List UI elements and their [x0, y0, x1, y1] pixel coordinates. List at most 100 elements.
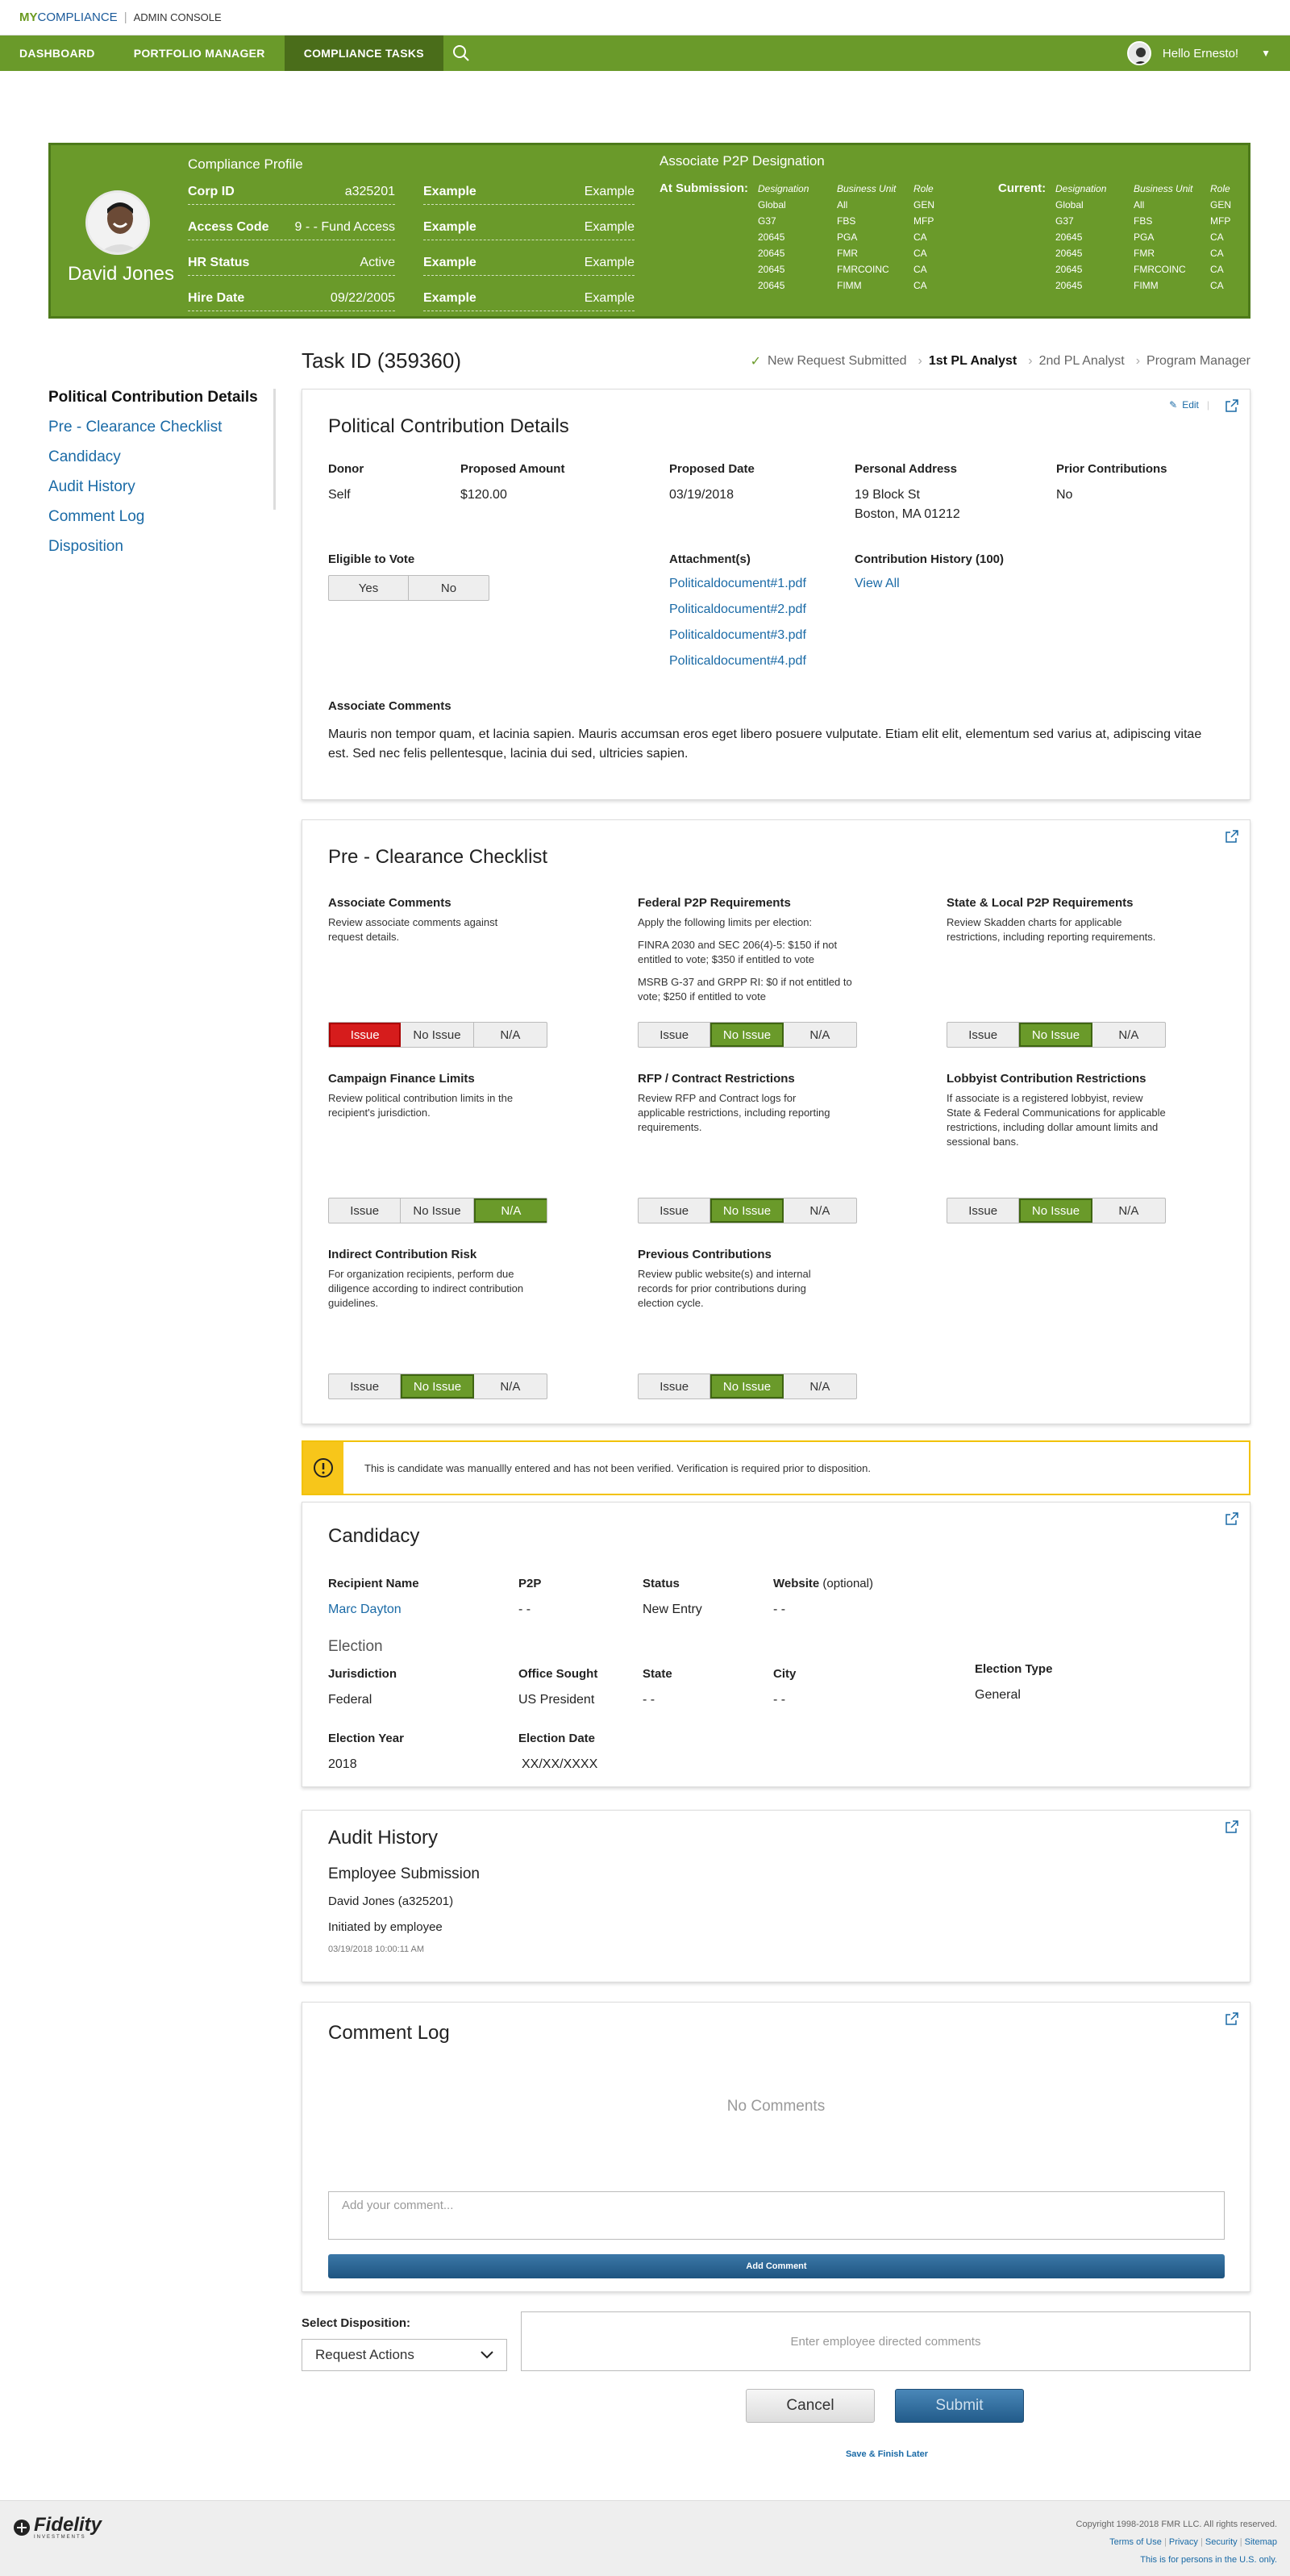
cell: 20645 [1055, 280, 1083, 291]
disposition-select[interactable]: Request Actions [302, 2339, 507, 2371]
sidenav-checklist[interactable]: Pre - Clearance Checklist [48, 419, 273, 448]
p2p-business-unit-col: Business Unit All FBS PGA FMR FMRCOINC FIMM [837, 181, 896, 294]
eligible-toggle: Yes No [328, 575, 489, 601]
admin-console-link[interactable]: ADMIN CONSOLE [134, 11, 222, 23]
no-issue-button[interactable]: No Issue [710, 1374, 784, 1398]
issue-button[interactable]: Issue [947, 1198, 1020, 1223]
logo-compliance[interactable]: COMPLIANCE [38, 10, 118, 24]
check-title: Campaign Finance Limits [328, 1072, 475, 1086]
example-value: Example [584, 219, 635, 234]
cell: GEN [1210, 199, 1232, 210]
external-link-icon[interactable] [1226, 1512, 1238, 1525]
jurisdiction-value: Federal [328, 1693, 372, 1707]
user-menu[interactable]: Hello Ernesto! ▼ [1126, 41, 1290, 65]
no-issue-button[interactable]: No Issue [1019, 1023, 1092, 1047]
no-issue-button[interactable]: No Issue [401, 1023, 474, 1047]
check-toggle: Issue No Issue N/A [638, 1373, 857, 1399]
issue-button[interactable]: Issue [639, 1198, 711, 1223]
issue-button[interactable]: Issue [329, 1023, 402, 1047]
check-desc: Review associate comments against reques… [328, 916, 498, 943]
no-issue-button[interactable]: No Issue [401, 1374, 474, 1398]
cell: 20645 [1055, 248, 1083, 259]
na-button[interactable]: N/A [473, 1198, 547, 1223]
na-button[interactable]: N/A [784, 1023, 856, 1047]
task-header: Task ID (359360) ✓ New Request Submitted … [302, 348, 1250, 373]
check-desc: Review Skadden charts for applicable res… [947, 916, 1156, 943]
security-link[interactable]: Security [1205, 2537, 1238, 2547]
attachment-link[interactable]: Politicaldocument#1.pdf [669, 577, 806, 591]
no-issue-button[interactable]: No Issue [1019, 1198, 1092, 1223]
attachment-link[interactable]: Politicaldocument#2.pdf [669, 602, 806, 617]
external-link-icon[interactable] [1226, 2012, 1238, 2025]
divider: | [1239, 2537, 1242, 2547]
recipient-link[interactable]: Marc Dayton [328, 1603, 402, 1617]
step-program-manager: › Program Manager [1136, 354, 1250, 369]
na-button[interactable]: N/A [784, 1198, 856, 1223]
audit-card: Audit History Employee Submission David … [302, 1810, 1250, 1982]
privacy-link[interactable]: Privacy [1169, 2537, 1198, 2547]
view-all-link[interactable]: View All [855, 577, 900, 591]
p2p-role-col: Role GEN MFP CA CA CA CA [913, 181, 934, 294]
no-issue-button[interactable]: No Issue [710, 1023, 784, 1047]
na-button[interactable]: N/A [784, 1374, 856, 1398]
p2p-current-business-unit-col: Business Unit All FBS PGA FMR FMRCOINC FIMM [1134, 181, 1192, 294]
issue-button[interactable]: Issue [329, 1374, 402, 1398]
check-title: Lobbyist Contribution Restrictions [947, 1072, 1146, 1086]
attachment-link[interactable]: Politicaldocument#3.pdf [669, 628, 806, 643]
employee-comments-input[interactable]: Enter employee directed comments [521, 2311, 1250, 2371]
submit-button[interactable]: Submit [895, 2389, 1024, 2423]
attachment-link[interactable]: Politicaldocument#4.pdf [669, 654, 806, 669]
nav-dashboard[interactable]: DASHBOARD [0, 35, 114, 71]
logo-separator: | [123, 10, 127, 24]
nav-compliance-tasks[interactable]: COMPLIANCE TASKS [284, 35, 443, 71]
example-label: Example [423, 255, 476, 269]
yes-button[interactable]: Yes [329, 576, 409, 600]
cell: 20645 [1055, 264, 1083, 275]
issue-button[interactable]: Issue [329, 1198, 402, 1223]
search-icon[interactable] [443, 35, 479, 71]
comment-input[interactable]: Add your comment... [328, 2191, 1225, 2240]
chevron-down-icon[interactable]: ▼ [1261, 48, 1271, 59]
no-button[interactable]: No [409, 576, 489, 600]
election-year-value: 2018 [328, 1757, 357, 1771]
edit-button[interactable]: ✎ Edit | [1169, 399, 1209, 411]
cell: FIMM [1134, 280, 1159, 291]
cell: FMR [1134, 248, 1155, 259]
na-button[interactable]: N/A [1092, 1198, 1165, 1223]
external-link-icon[interactable] [1226, 1820, 1238, 1833]
sidenav-comment-log[interactable]: Comment Log [48, 508, 273, 538]
nav-portfolio-manager[interactable]: PORTFOLIO MANAGER [114, 35, 285, 71]
pencil-icon: ✎ [1169, 399, 1178, 411]
sidenav-candidacy[interactable]: Candidacy [48, 448, 273, 478]
no-issue-button[interactable]: No Issue [401, 1198, 474, 1223]
issue-button[interactable]: Issue [947, 1023, 1020, 1047]
add-comment-button[interactable]: Add Comment [328, 2254, 1225, 2278]
check-title: Previous Contributions [638, 1248, 772, 1261]
issue-button[interactable]: Issue [639, 1023, 711, 1047]
warning-text: This is candidate was manuallly entered … [364, 1461, 871, 1474]
cancel-button[interactable]: Cancel [746, 2389, 875, 2423]
sidenav-disposition[interactable]: Disposition [48, 538, 273, 568]
na-button[interactable]: N/A [474, 1023, 547, 1047]
terms-link[interactable]: Terms of Use [1109, 2537, 1162, 2547]
external-link-icon[interactable] [1226, 830, 1238, 843]
external-link-icon[interactable] [1226, 399, 1238, 412]
card-title: Political Contribution Details [328, 415, 569, 437]
sitemap-link[interactable]: Sitemap [1245, 2537, 1277, 2547]
no-issue-button[interactable]: No Issue [710, 1198, 784, 1223]
cell: CA [913, 264, 927, 275]
save-later-link[interactable]: Save & Finish Later [806, 2449, 968, 2459]
comments-label: Associate Comments [328, 699, 452, 713]
na-button[interactable]: N/A [474, 1374, 547, 1398]
fidelity-logo[interactable]: Fidelity INVESTMENTS [13, 2516, 102, 2540]
cell: CA [1210, 248, 1224, 259]
col-header: Business Unit [837, 183, 897, 194]
user-greeting: Hello Ernesto! [1162, 46, 1239, 60]
logo-my[interactable]: MY [19, 10, 38, 24]
example-label: Example [423, 184, 476, 198]
na-button[interactable]: N/A [1092, 1023, 1165, 1047]
sidenav-audit-history[interactable]: Audit History [48, 478, 273, 508]
sidenav-political-contribution[interactable]: Political Contribution Details [48, 389, 273, 419]
issue-button[interactable]: Issue [639, 1374, 711, 1398]
top-bar: MY COMPLIANCE | ADMIN CONSOLE [0, 0, 1290, 35]
